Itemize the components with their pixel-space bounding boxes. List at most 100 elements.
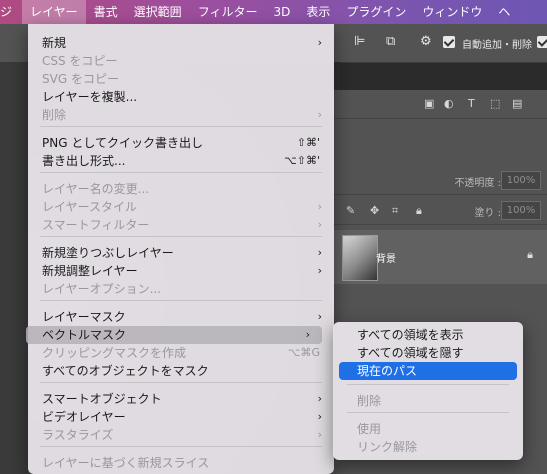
submenu-item-label: 現在のパス — [357, 364, 418, 378]
submenu-item-reveal-all[interactable]: すべての領域を表示 — [339, 326, 517, 344]
smart-filter-icon[interactable]: ▤ — [512, 97, 522, 110]
lock-artboard-icon[interactable]: ⌗ — [392, 204, 398, 218]
submenu-separator — [347, 412, 509, 413]
image-filter-icon[interactable]: ▣ — [424, 97, 434, 110]
menu-item-video-layers[interactable]: ビデオレイヤー › — [28, 408, 334, 426]
layer-thumbnail — [342, 235, 378, 281]
submenu-item-unlink: リンク解除 — [339, 438, 517, 456]
panel-filter-row: ▣ ◐ T ⬚ ▤ — [332, 90, 547, 119]
menu-item-label: CSS をコピー — [42, 54, 118, 68]
opacity-field[interactable]: 100% — [501, 171, 541, 190]
menu-item-rasterize: ラスタライズ › — [28, 426, 334, 444]
menu-item-quick-export-png[interactable]: PNG としてクイック書き出し ⇧⌘' — [28, 134, 334, 152]
menu-item-delete: 削除 › — [28, 106, 334, 124]
menu-separator — [40, 172, 322, 173]
menubar-item-view[interactable]: 表示 — [298, 0, 338, 24]
menu-item-layer-style: レイヤースタイル › — [28, 198, 334, 216]
arrange-icon[interactable]: ⧉ — [386, 34, 395, 49]
menubar-item-type[interactable]: 書式 — [86, 0, 126, 24]
chevron-right-icon: › — [317, 108, 322, 121]
submenu-item-current-path[interactable]: 現在のパス — [339, 362, 517, 380]
menu-separator — [40, 126, 322, 127]
menubar-item-filter[interactable]: フィルター — [190, 0, 266, 24]
menubar-item-3d[interactable]: 3D — [265, 0, 298, 24]
menu-item-create-clipping-mask: クリッピングマスクを作成 ⌥⌘G — [28, 344, 334, 362]
menubar-item-help[interactable]: ヘ — [490, 0, 518, 24]
lock-all-icon[interactable]: 🔒︎ — [416, 204, 422, 218]
extra-checkbox[interactable] — [537, 36, 547, 48]
menu-item-new-fill-layer[interactable]: 新規塗りつぶしレイヤー › — [28, 244, 334, 262]
opacity-row: 不透明度 : 100% — [332, 166, 547, 195]
chevron-right-icon: › — [317, 264, 322, 277]
chevron-right-icon: › — [317, 310, 322, 323]
menu-item-shortcut: ⌥⇧⌘' — [284, 154, 320, 167]
layer-name: 背景 — [376, 254, 396, 265]
chevron-right-icon: › — [317, 246, 322, 259]
adjustment-filter-icon[interactable]: ◐ — [444, 97, 454, 110]
align-icon[interactable]: ⊫ — [354, 34, 365, 49]
chevron-right-icon: › — [317, 36, 322, 49]
menu-item-label: レイヤー名の変更... — [42, 182, 150, 196]
layer-row-background[interactable]: 背景 🔒︎ — [332, 230, 547, 284]
menu-item-label: スマートオブジェクト — [42, 392, 162, 406]
submenu-item-label: 使用 — [357, 422, 382, 436]
menu-item-vector-mask[interactable]: ベクトルマスク › — [26, 326, 322, 344]
menu-item-label: ラスタライズ — [42, 428, 114, 442]
menubar-item-edit[interactable]: ジ — [0, 0, 22, 24]
type-filter-icon[interactable]: T — [468, 97, 475, 110]
vector-mask-submenu: すべての領域を表示 すべての領域を隠す 現在のパス削除使用リンク解除 — [333, 322, 523, 460]
submenu-item-enable: 使用 — [339, 420, 517, 438]
menubar-item-window[interactable]: ウィンドウ — [414, 0, 490, 24]
menu-item-smart-objects[interactable]: スマートオブジェクト › — [28, 390, 334, 408]
menu-item-label: SVG をコピー — [42, 72, 119, 86]
menubar-item-plugins[interactable]: プラグイン — [338, 0, 414, 24]
menu-item-new[interactable]: 新規 › — [28, 34, 334, 52]
submenu-item-label: すべての領域を表示 — [357, 328, 464, 342]
fill-field[interactable]: 100% — [501, 201, 541, 220]
menu-item-label: PNG としてクイック書き出し — [42, 136, 203, 150]
chevron-right-icon: › — [305, 328, 310, 341]
gear-icon[interactable]: ⚙ — [420, 34, 432, 49]
tools-panel — [0, 62, 28, 474]
menu-item-mask-all-objects[interactable]: すべてのオブジェクトをマスク — [28, 362, 334, 380]
menu-item-shortcut: ⌥⌘G — [287, 346, 320, 359]
lock-position-icon[interactable]: ✥ — [370, 204, 379, 217]
fill-row: ✎ ✥ ⌗ 🔒︎ 塗り : 100% — [332, 196, 547, 225]
menu-item-label: ビデオレイヤー — [42, 410, 126, 424]
menu-item-new-adjustment-layer[interactable]: 新規調整レイヤー › — [28, 262, 334, 280]
submenu-item-label: すべての領域を隠す — [357, 346, 464, 360]
menu-item-duplicate-layer[interactable]: レイヤーを複製... — [28, 88, 334, 106]
opacity-label: 不透明度 : — [454, 178, 501, 189]
menu-item-label: レイヤーに基づく新規スライス — [42, 456, 210, 470]
submenu-item-hide-all[interactable]: すべての領域を隠す — [339, 344, 517, 362]
menu-item-shortcut: ⇧⌘' — [296, 136, 320, 149]
menubar-item-layer[interactable]: レイヤー — [22, 0, 86, 24]
menu-item-label: レイヤーオプション... — [42, 282, 162, 296]
menu-separator — [40, 382, 322, 383]
submenu-item-label: リンク解除 — [357, 440, 418, 454]
submenu-separator — [347, 384, 509, 385]
menu-item-smart-filter: スマートフィルター › — [28, 216, 334, 234]
menu-item-label: スマートフィルター — [42, 218, 150, 232]
lock-icon: 🔒︎ — [527, 248, 533, 261]
chevron-right-icon: › — [317, 218, 322, 231]
menu-item-label: 書き出し形式... — [42, 154, 126, 168]
menu-item-layer-mask[interactable]: レイヤーマスク › — [28, 308, 334, 326]
menu-item-label: レイヤーマスク — [42, 310, 126, 324]
shape-filter-icon[interactable]: ⬚ — [490, 97, 500, 110]
menu-item-label: 新規調整レイヤー — [42, 264, 138, 278]
menu-item-label: クリッピングマスクを作成 — [42, 346, 187, 360]
menu-item-rename-layer: レイヤー名の変更... — [28, 180, 334, 198]
menu-item-export-as[interactable]: 書き出し形式... ⌥⇧⌘' — [28, 152, 334, 170]
submenu-item-delete: 削除 — [339, 392, 517, 410]
menu-separator — [40, 300, 322, 301]
menu-item-label: レイヤースタイル — [42, 200, 138, 214]
menubar-item-select[interactable]: 選択範囲 — [126, 0, 190, 24]
lock-pixels-icon[interactable]: ✎ — [346, 204, 355, 217]
menu-item-label: 削除 — [42, 108, 67, 122]
fill-label: 塗り : — [474, 208, 501, 219]
submenu-item-label: 削除 — [357, 394, 382, 408]
menu-item-layer-options: レイヤーオプション... — [28, 280, 334, 298]
menu-separator — [40, 446, 322, 447]
layer-menu: 新規 › CSS をコピー SVG をコピーレイヤーを複製... 削除 › PNG としてク… — [26, 24, 334, 474]
